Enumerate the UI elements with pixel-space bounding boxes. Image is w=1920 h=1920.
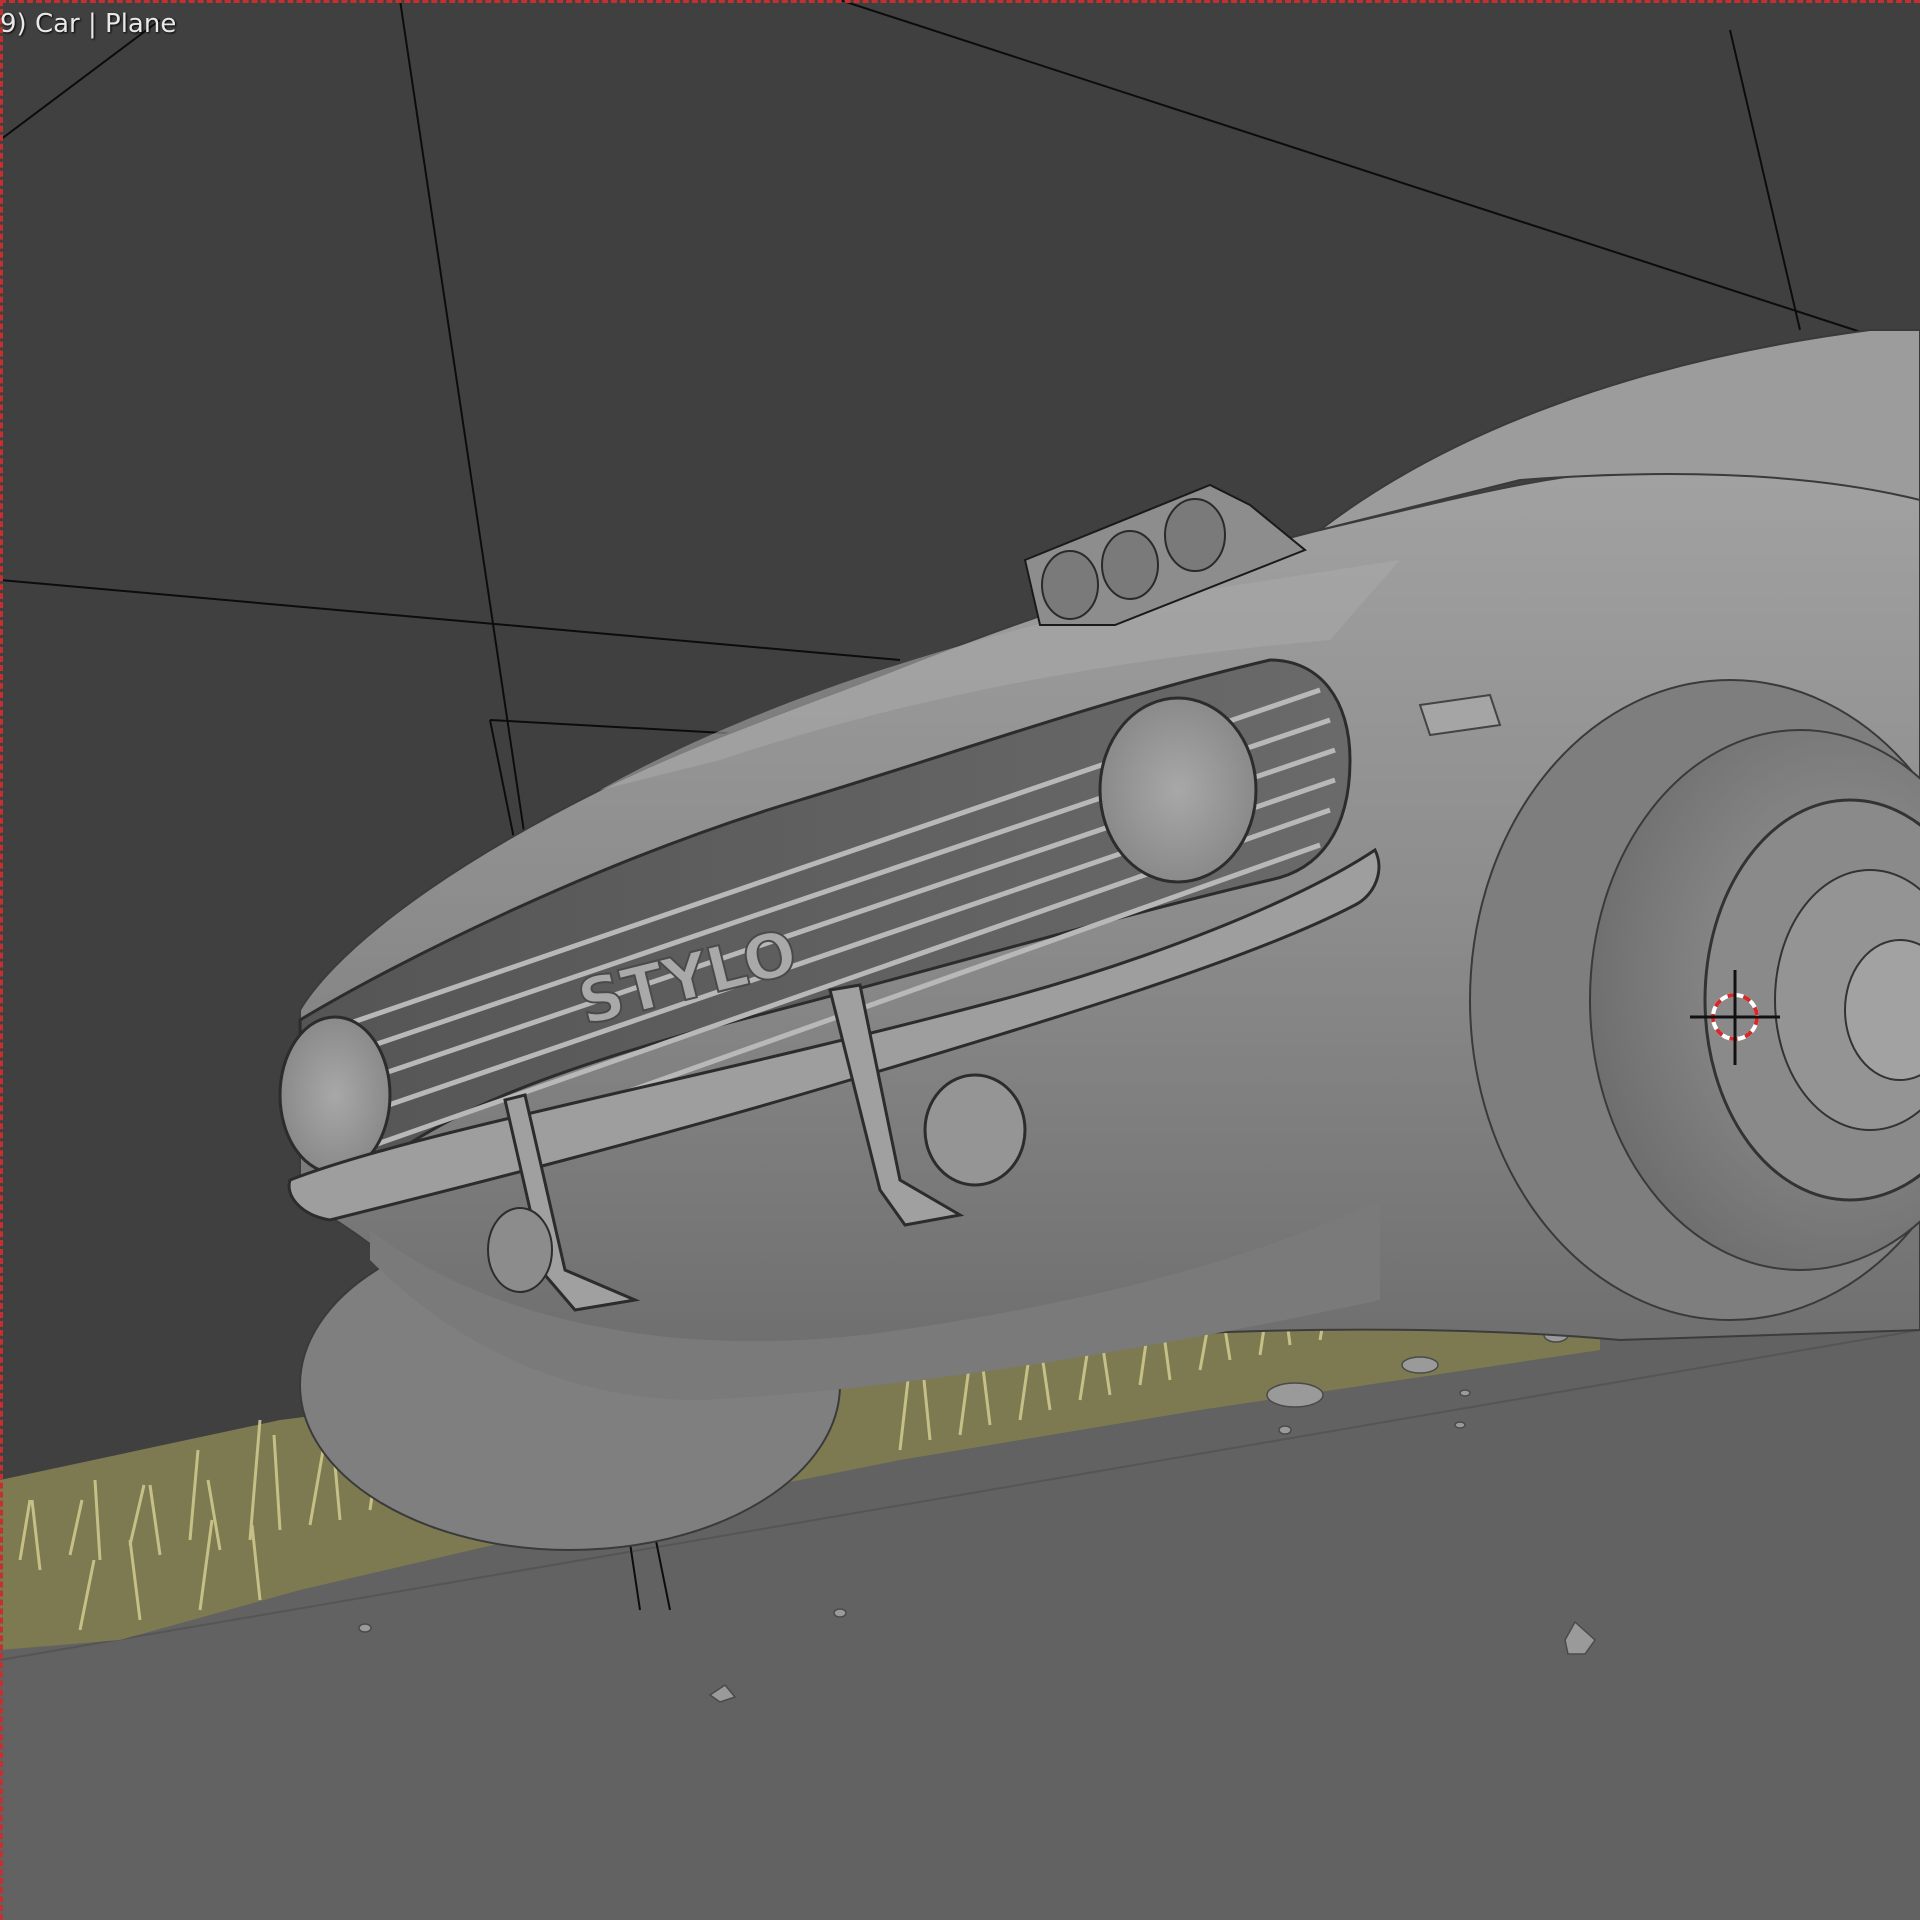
viewport-scene[interactable]: STYLO	[0, 0, 1920, 1920]
headlight-left	[278, 1015, 392, 1175]
headlight-right	[1098, 696, 1258, 884]
3d-viewport[interactable]: STYLO 9) Car | Plane	[0, 0, 1920, 1920]
object-info-text: 9) Car | Plane	[0, 9, 177, 39]
